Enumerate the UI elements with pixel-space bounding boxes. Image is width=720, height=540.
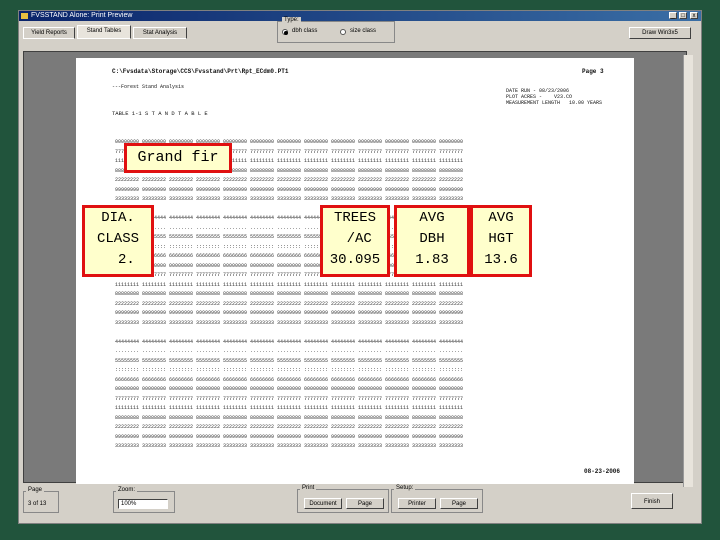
minimize-button[interactable]: _: [669, 12, 677, 19]
zoom-label: Zoom:: [116, 487, 138, 493]
zoom-group: Zoom: 100%: [113, 487, 175, 513]
app-icon: [21, 13, 28, 19]
dia-class-callout: DIA. CLASS 2.: [82, 205, 154, 277]
size-class-label: size class: [350, 28, 377, 34]
print-group: Print Document Page: [297, 485, 389, 513]
page-group: Page 3 of 13: [23, 487, 59, 513]
window-title: FVSSTAND Alone: Print Preview: [31, 12, 133, 19]
setup-printer-button[interactable]: Printer: [398, 498, 436, 509]
print-label: Print: [300, 485, 317, 491]
stand-table-body: 00000000 00000000 00000000 00000000 0000…: [115, 139, 464, 449]
page-number: Page 3: [582, 68, 604, 75]
footer-date: 08-23-2006: [584, 468, 621, 475]
vertical-scrollbar[interactable]: [683, 55, 693, 487]
avg-hgt-callout: AVG HGT 13.6: [470, 205, 532, 277]
tab-yield-reports[interactable]: Yield Reports: [23, 27, 75, 39]
print-page-button[interactable]: Page: [346, 498, 384, 509]
page-label: Page: [26, 487, 45, 493]
maximize-button[interactable]: □: [679, 12, 687, 19]
title-bar: FVSSTAND Alone: Print Preview: [19, 11, 701, 21]
print-document-button[interactable]: Document: [304, 498, 342, 509]
type-label: Type:: [282, 17, 301, 23]
report-meta: DATE RUN - 08/23/2006 PLOT ACRES - V23.C…: [506, 88, 603, 106]
avg-dbh-callout: AVG DBH 1.83: [394, 205, 470, 277]
zoom-value: 100%: [121, 501, 137, 507]
setup-label: Setup:: [394, 485, 416, 491]
close-button[interactable]: x: [690, 12, 698, 19]
report-path: C:\Fvsdata\Storage\CCS\Fvsstand\Prt\Rpt_…: [112, 68, 289, 75]
report-header: ---Forest Stand Analysis: [112, 84, 185, 90]
finish-button[interactable]: Finish: [631, 493, 673, 509]
draw-win-button[interactable]: Draw Win3x5: [629, 27, 691, 39]
dbh-class-radio[interactable]: [282, 29, 288, 35]
dbh-class-label: dbh class: [292, 28, 318, 34]
species-callout: Grand fir: [124, 143, 232, 173]
tab-stand-tables[interactable]: Stand Tables: [77, 25, 131, 39]
table-title: TABLE 1-1 S T A N D T A B L E: [112, 110, 208, 117]
setup-page-button[interactable]: Page: [440, 498, 478, 509]
type-group: Type: dbh class size class: [277, 17, 395, 43]
size-class-radio[interactable]: [340, 29, 346, 35]
setup-group: Setup: Printer Page: [391, 485, 483, 513]
trees-per-acre-callout: TREES /AC 30.095: [320, 205, 390, 277]
tab-stat-analysis[interactable]: Stat Analysis: [133, 27, 187, 39]
zoom-select[interactable]: 100%: [118, 499, 168, 509]
page-count: 3 of 13: [28, 501, 47, 507]
